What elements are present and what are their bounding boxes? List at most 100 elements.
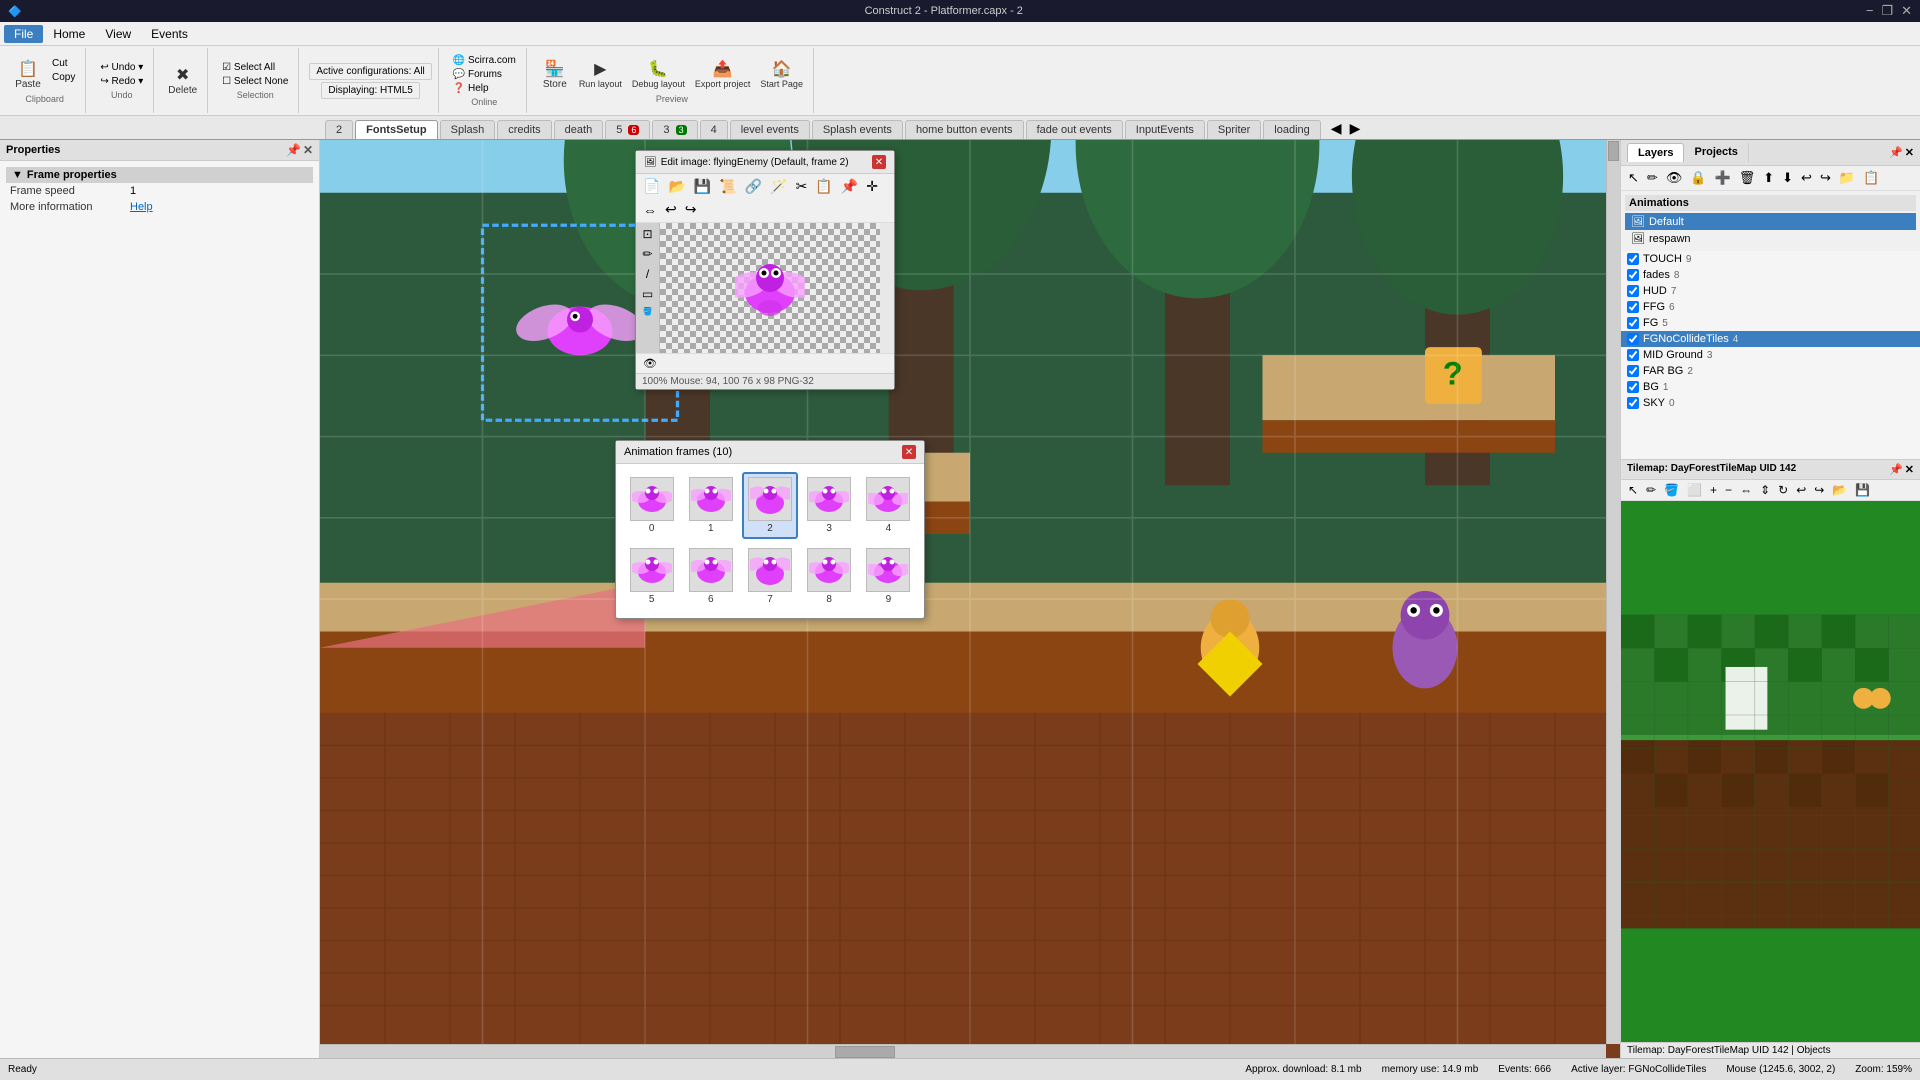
tab-splash[interactable]: Splash <box>440 120 496 139</box>
layer-touch[interactable]: TOUCH 9 <box>1621 251 1920 267</box>
layer-touch-checkbox[interactable] <box>1627 253 1639 265</box>
tilemap-folder2-icon[interactable]: 📂 <box>1829 482 1850 498</box>
frame-item-6[interactable]: 6 <box>683 543 738 610</box>
restore-button[interactable]: ❐ <box>1881 3 1893 19</box>
layer-sky-checkbox[interactable] <box>1627 397 1639 409</box>
tilemap-rotate-icon[interactable]: ↻ <box>1775 482 1791 498</box>
frame-item-1[interactable]: 1 <box>683 472 738 539</box>
scroll-thumb-h[interactable] <box>835 1046 895 1058</box>
ie-wand-icon[interactable]: 🪄 <box>767 176 790 197</box>
tab-2[interactable]: 2 <box>325 120 353 139</box>
ie-save-icon[interactable]: 💾 <box>691 176 714 197</box>
debug-layout-button[interactable]: 🐛 Debug layout <box>628 57 689 92</box>
layer-down-icon[interactable]: ⬇ <box>1779 168 1796 188</box>
anim-item-default[interactable]: 🖼 Default <box>1625 213 1916 230</box>
tab-fontssetup[interactable]: FontsSetup <box>355 120 438 139</box>
ie-cut-icon[interactable]: ✂ <box>793 176 811 197</box>
frame-item-2[interactable]: 2 <box>742 472 797 539</box>
frame-item-8[interactable]: 8 <box>802 543 857 610</box>
image-editor-canvas[interactable] <box>660 223 880 353</box>
layer-ffg[interactable]: FFG 6 <box>1621 299 1920 315</box>
ie-script-icon[interactable]: 📜 <box>716 176 739 197</box>
menu-file[interactable]: File <box>4 25 43 43</box>
anim-frames-close-button[interactable]: ✕ <box>902 445 916 459</box>
layers-tab[interactable]: Layers <box>1627 143 1684 162</box>
tab-splash-events[interactable]: Splash events <box>812 120 903 139</box>
frame-item-3[interactable]: 3 <box>802 472 857 539</box>
layer-delete-icon[interactable]: 🗑 <box>1736 168 1759 188</box>
tab-arrow-right[interactable]: ▶ <box>1346 118 1365 139</box>
tilemap-eraser-icon[interactable]: ⬜ <box>1684 482 1705 498</box>
ie-link-icon[interactable]: 🔗 <box>742 176 765 197</box>
ie-undo2-icon[interactable]: ↩ <box>662 199 680 220</box>
ie-copy2-icon[interactable]: 📋 <box>812 176 835 197</box>
tool-line[interactable]: / <box>644 265 651 283</box>
tilemap-fill-icon[interactable]: 🪣 <box>1661 482 1682 498</box>
layer-bg-checkbox[interactable] <box>1627 381 1639 393</box>
tab-arrow-left[interactable]: ◀ <box>1327 118 1346 139</box>
frame-item-5[interactable]: 5 <box>624 543 679 610</box>
tool-pencil[interactable]: ✏ <box>640 245 654 263</box>
minimize-button[interactable]: − <box>1866 3 1874 19</box>
tab-input-events[interactable]: InputEvents <box>1125 120 1205 139</box>
tilemap-undo4-icon[interactable]: ↩ <box>1793 482 1809 498</box>
layer-copy3-icon[interactable]: 📋 <box>1860 168 1882 188</box>
layer-fades[interactable]: fades 8 <box>1621 267 1920 283</box>
tool-rect[interactable]: ▭ <box>640 285 655 303</box>
layer-undo3-icon[interactable]: ↩ <box>1798 168 1815 188</box>
tilemap-hflip-icon[interactable]: ⇔ <box>1737 482 1755 498</box>
layer-bg[interactable]: BG 1 <box>1621 379 1920 395</box>
scroll-thumb-v[interactable] <box>1608 141 1619 161</box>
cut-button[interactable]: Cut <box>48 57 79 70</box>
layer-select-icon[interactable]: ↖ <box>1625 168 1642 188</box>
forums-button[interactable]: 💬 Forums <box>449 68 520 81</box>
tab-fade-out-events[interactable]: fade out events <box>1026 120 1123 139</box>
layer-add-icon[interactable]: ➕ <box>1712 168 1734 188</box>
layer-hud[interactable]: HUD 7 <box>1621 283 1920 299</box>
image-editor-header[interactable]: 🖼 Edit image: flyingEnemy (Default, fram… <box>636 151 894 174</box>
select-all-button[interactable]: ☑ Select All <box>218 61 292 74</box>
menu-view[interactable]: View <box>95 25 141 43</box>
paste-button[interactable]: 📋 Paste <box>10 57 46 92</box>
export-button[interactable]: 📤 Export project <box>691 57 755 92</box>
tab-4[interactable]: 4 <box>700 120 728 139</box>
frame-item-4[interactable]: 4 <box>861 472 916 539</box>
tilemap-pencil-icon[interactable]: ✏ <box>1643 482 1659 498</box>
help-button[interactable]: ❓ Help <box>449 82 520 95</box>
tilemap-zoom-in-icon[interactable]: + <box>1707 482 1720 498</box>
layer-fades-checkbox[interactable] <box>1627 269 1639 281</box>
layer-fgnocollide-checkbox[interactable] <box>1627 333 1639 345</box>
layer-midground-checkbox[interactable] <box>1627 349 1639 361</box>
ie-paste2-icon[interactable]: 📌 <box>838 176 861 197</box>
active-config-select[interactable]: Active configurations: All <box>309 63 431 80</box>
ie-move-icon[interactable]: ✛ <box>863 176 881 197</box>
canvas-scrollbar-h[interactable] <box>320 1044 1606 1058</box>
tool-select[interactable]: ⊡ <box>640 225 654 243</box>
select-none-button[interactable]: ☐ Select None <box>218 75 292 88</box>
anim-frames-header[interactable]: Animation frames (10) ✕ <box>616 441 924 464</box>
layer-fg-checkbox[interactable] <box>1627 317 1639 329</box>
layer-lock-icon[interactable]: 🔒 <box>1687 168 1709 188</box>
layer-redo3-icon[interactable]: ↪ <box>1817 168 1834 188</box>
layer-midground[interactable]: MID Ground 3 <box>1621 347 1920 363</box>
tool-fill[interactable]: 🪣 <box>641 305 655 318</box>
tilemap-select-icon[interactable]: ↖ <box>1625 482 1641 498</box>
tab-5[interactable]: 5 6 <box>605 120 650 139</box>
start-page-button[interactable]: 🏠 Start Page <box>756 57 807 92</box>
tab-3[interactable]: 3 3 <box>652 120 697 139</box>
store-button[interactable]: 🏪 Store <box>537 57 573 92</box>
ie-flip-icon[interactable]: ⇔ <box>640 200 660 220</box>
tab-loading[interactable]: loading <box>1263 120 1320 139</box>
delete-button[interactable]: ✖ Delete <box>164 63 201 98</box>
layer-pencil-icon[interactable]: ✏ <box>1644 168 1661 188</box>
help-link[interactable]: Help <box>130 201 153 213</box>
tab-death[interactable]: death <box>554 120 604 139</box>
tilemap-canvas[interactable] <box>1621 501 1920 1042</box>
ie-bottom-tool1[interactable]: 👁 <box>640 356 660 371</box>
tilemap-save2-icon[interactable]: 💾 <box>1852 482 1873 498</box>
frame-item-9[interactable]: 9 <box>861 543 916 610</box>
undo-button[interactable]: ↩ Undo ▾ <box>96 61 147 74</box>
tab-home-button-events[interactable]: home button events <box>905 120 1024 139</box>
tilemap-pin-button[interactable]: 📌 <box>1889 463 1903 476</box>
layer-fgnocollide[interactable]: FGNoCollideTiles 4 <box>1621 331 1920 347</box>
